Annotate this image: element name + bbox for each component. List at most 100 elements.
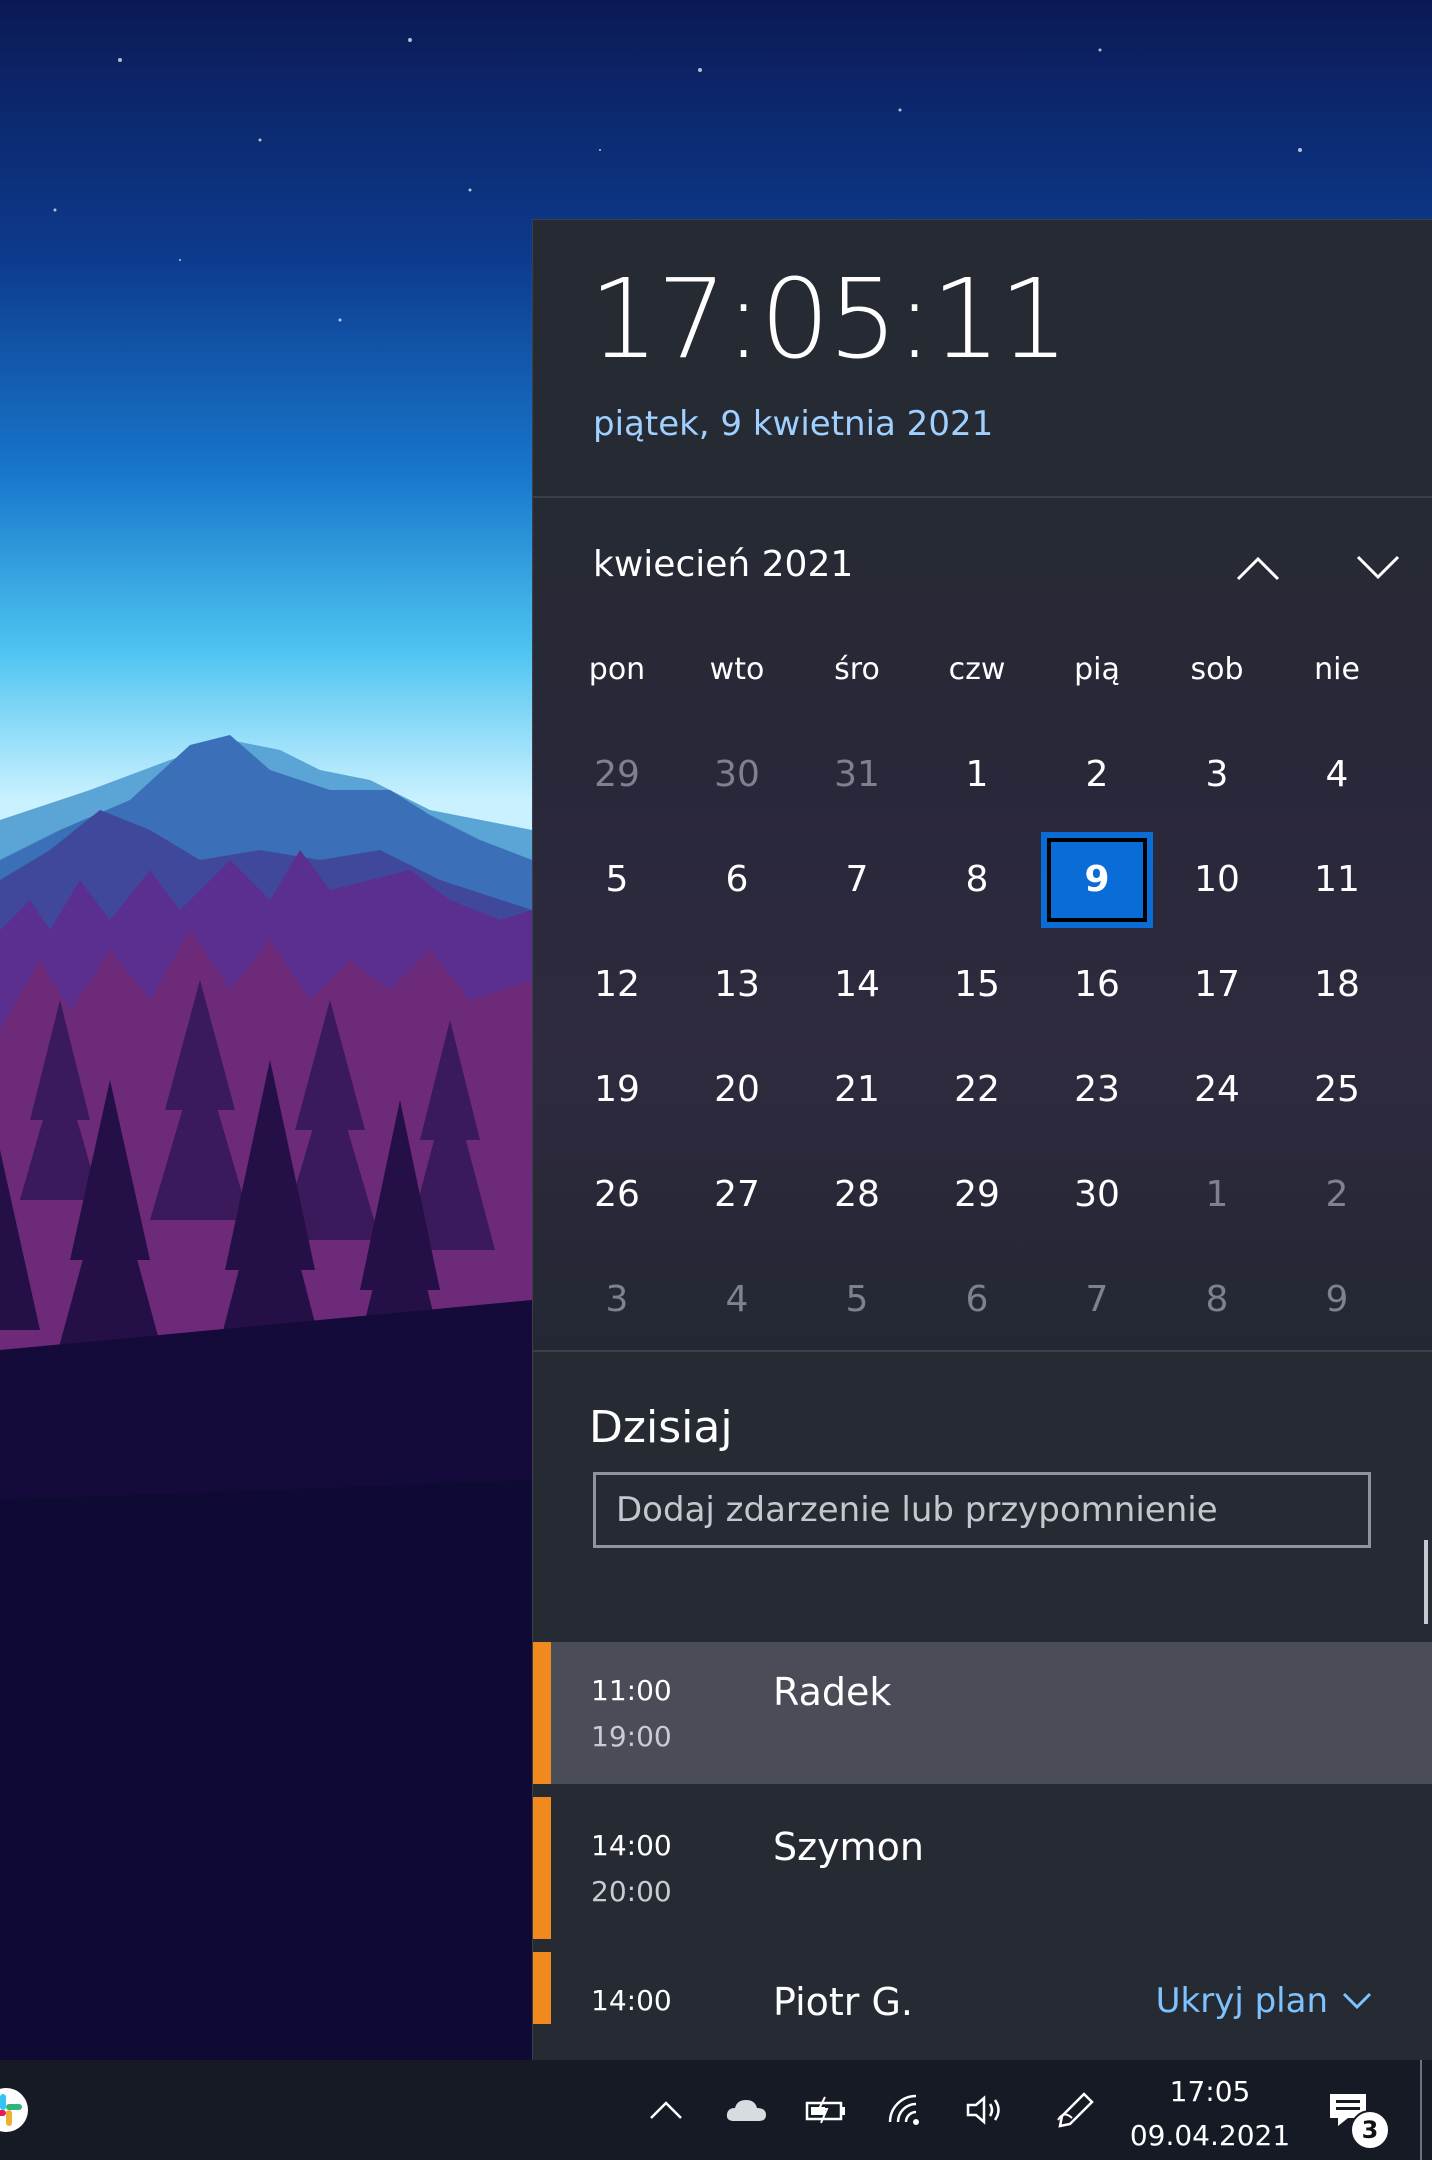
calendar-day[interactable]: 16 [1037,932,1157,1037]
clock-date-link[interactable]: piątek, 9 kwietnia 2021 [593,404,993,444]
wifi-icon[interactable] [880,2084,932,2136]
calendar-day-number: 12 [594,964,640,1005]
weekday-label: pon [588,652,646,687]
calendar-day[interactable]: 9 [1277,1247,1397,1352]
battery-charging-icon[interactable] [800,2084,852,2136]
calendar-day[interactable]: 7 [1037,1247,1157,1352]
calendar-day[interactable]: 4 [677,1247,797,1352]
add-event-input[interactable] [593,1472,1371,1548]
calendar-day-number: 24 [1194,1069,1240,1110]
calendar-day[interactable]: 2 [1277,1142,1397,1247]
calendar-day[interactable]: 7 [797,827,917,932]
calendar-day-number: 9 [1041,831,1153,928]
calendar-day[interactable]: 3 [557,1247,677,1352]
calendar-day-number: 7 [845,859,869,900]
calendar-day[interactable]: 5 [797,1247,917,1352]
calendar-day-number: 30 [714,754,760,795]
event-title: Radek [773,1670,892,1714]
calendar-day[interactable]: 30 [677,722,797,827]
calendar-day[interactable]: 4 [1277,722,1397,827]
calendar-day-number: 2 [1085,754,1109,795]
next-month-button[interactable] [1343,538,1413,598]
calendar-day-number: 3 [1205,754,1229,795]
weekday-label: nie [1314,652,1360,687]
calendar-day[interactable]: 15 [917,932,1037,1037]
previous-month-button[interactable] [1223,538,1293,598]
calendar-day[interactable]: 11 [1277,827,1397,932]
calendar-day-today[interactable]: 9 [1037,827,1157,932]
calendar-day[interactable]: 23 [1037,1037,1157,1142]
hide-plan-button[interactable]: Ukryj plan [1156,1981,1372,2021]
agenda-scrollbar[interactable] [1424,1540,1428,1624]
calendar-day[interactable]: 17 [1157,932,1277,1037]
clock-header: 17:05:11 piątek, 9 kwietnia 2021 [533,220,1432,498]
pen-icon[interactable] [1050,2084,1102,2136]
agenda-event[interactable]: 14:00 20:00 Szymon [533,1797,1432,1939]
calendar-day[interactable]: 28 [797,1142,917,1247]
calendar-day-number: 26 [594,1174,640,1215]
event-color-bar [533,1797,551,1939]
calendar-day[interactable]: 29 [917,1142,1037,1247]
taskbar-clock[interactable]: 17:05 09.04.2021 [1120,2070,1300,2158]
agenda-title: Dzisiaj [589,1402,733,1453]
calendar-day[interactable]: 18 [1277,932,1397,1037]
calendar-day[interactable]: 5 [557,827,677,932]
calendar-day-number: 8 [965,859,989,900]
calendar-day-number: 29 [594,754,640,795]
calendar-day-number: 9 [1325,1279,1349,1320]
weekday-label: pią [1074,652,1120,687]
notification-count-badge: 3 [1350,2110,1390,2150]
calendar-day[interactable]: 1 [917,722,1037,827]
agenda-panel: Dzisiaj 11:00 19:00 Radek 14:00 20:00 Sz… [533,1352,1432,2060]
calendar-day-number: 10 [1194,859,1240,900]
event-start-time: 14:00 [591,1829,672,1862]
volume-icon[interactable] [960,2084,1012,2136]
month-title[interactable]: kwiecień 2021 [593,544,853,585]
calendar-day[interactable]: 6 [677,827,797,932]
slack-icon[interactable] [0,2084,32,2136]
chevron-up-icon [650,2101,682,2119]
calendar-day[interactable]: 25 [1277,1037,1397,1142]
show-hidden-icons-button[interactable] [640,2084,692,2136]
calendar-day-number: 22 [954,1069,1000,1110]
calendar-day[interactable]: 1 [1157,1142,1277,1247]
calendar-day[interactable]: 29 [557,722,677,827]
show-desktop-button[interactable] [1420,2060,1422,2160]
calendar-day[interactable]: 21 [797,1037,917,1142]
calendar-day-number: 29 [954,1174,1000,1215]
calendar-day[interactable]: 8 [917,827,1037,932]
event-start-time: 14:00 [591,1984,672,2017]
calendar-day-number: 19 [594,1069,640,1110]
calendar-day[interactable]: 2 [1037,722,1157,827]
calendar-day[interactable]: 22 [917,1037,1037,1142]
calendar-day[interactable]: 13 [677,932,797,1037]
calendar-day-number: 15 [954,964,1000,1005]
onedrive-cloud-icon[interactable] [720,2084,772,2136]
calendar-day[interactable]: 3 [1157,722,1277,827]
clock-time: 17:05:11 [589,255,1069,383]
calendar-day[interactable]: 27 [677,1142,797,1247]
calendar-day[interactable]: 10 [1157,827,1277,932]
calendar-day[interactable]: 20 [677,1037,797,1142]
event-color-bar [533,1952,551,2024]
event-title: Piotr G. [773,1980,914,2024]
calendar-day-number: 6 [965,1279,989,1320]
calendar-day-number: 7 [1085,1279,1109,1320]
chevron-up-icon [1236,556,1280,581]
weekday-label: czw [948,652,1006,687]
event-start-time: 11:00 [591,1674,672,1707]
calendar-day[interactable]: 31 [797,722,917,827]
calendar-day[interactable]: 24 [1157,1037,1277,1142]
agenda-event[interactable]: 11:00 19:00 Radek [533,1642,1432,1784]
chevron-down-icon [1356,555,1400,580]
calendar-day[interactable]: 14 [797,932,917,1037]
calendar-day[interactable]: 8 [1157,1247,1277,1352]
calendar-day[interactable]: 30 [1037,1142,1157,1247]
calendar-day-number: 14 [834,964,880,1005]
calendar-day[interactable]: 12 [557,932,677,1037]
days-grid: 29 30 31 1 2 3 4 5 6 7 8 9 10 11 12 13 14 15 16 17 18 19 20 21 2… [557,722,1397,1352]
calendar-day-number: 31 [834,754,880,795]
calendar-day[interactable]: 6 [917,1247,1037,1352]
calendar-day[interactable]: 26 [557,1142,677,1247]
calendar-day[interactable]: 19 [557,1037,677,1142]
